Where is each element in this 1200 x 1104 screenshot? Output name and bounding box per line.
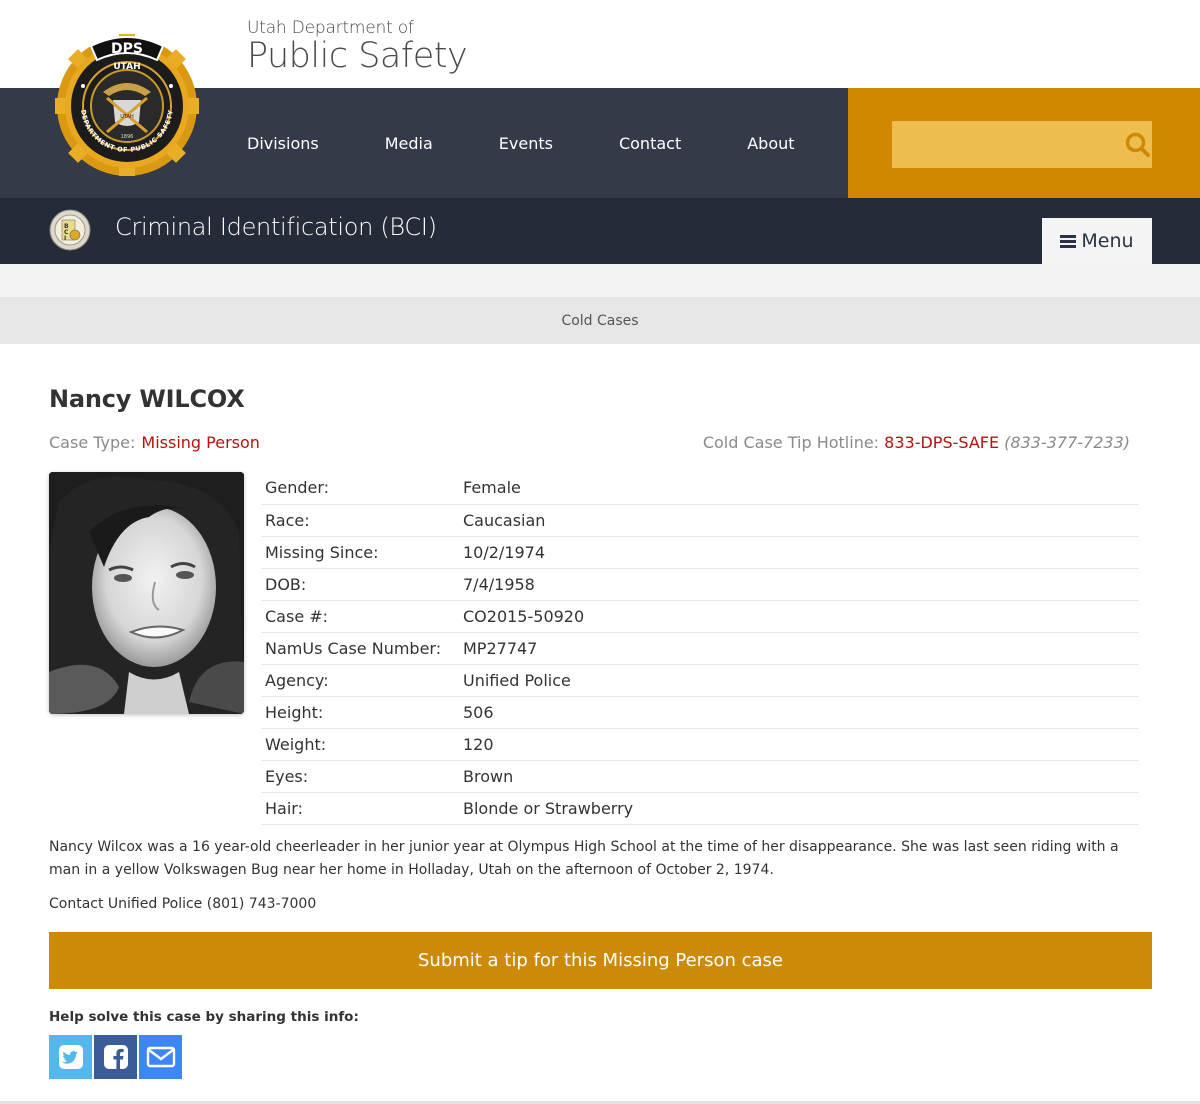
share-twitter-button[interactable] — [49, 1035, 92, 1079]
person-photo — [49, 472, 244, 714]
detail-key: Gender: — [261, 472, 459, 505]
detail-key: Missing Since: — [261, 536, 459, 569]
case-type-label: Case Type: — [49, 433, 136, 452]
search-input[interactable] — [892, 121, 1123, 168]
division-title[interactable]: Criminal Identification (BCI) — [115, 213, 437, 241]
nav-links: Divisions Media Events Contact About — [247, 88, 861, 198]
bci-seal-icon[interactable]: B C I — [49, 209, 91, 251]
badge-icon: UTAH 1896 DPS UTAH DEPARTMENT OF PUBLIC … — [55, 34, 199, 176]
dps-badge-logo[interactable]: UTAH 1896 DPS UTAH DEPARTMENT OF PUBLIC … — [53, 14, 201, 176]
search-icon — [1125, 132, 1150, 157]
menu-label: Menu — [1081, 230, 1134, 252]
person-name: Nancy WILCOX — [49, 385, 245, 413]
detail-value: 120 — [459, 728, 1139, 761]
email-icon — [146, 1046, 175, 1068]
detail-key: Height: — [261, 696, 459, 729]
hotline-link[interactable]: 833-DPS-SAFE — [884, 433, 999, 452]
detail-row-gender: Gender: Female — [261, 472, 1139, 505]
detail-value: 7/4/1958 — [459, 568, 1139, 601]
contact-info: Contact Unified Police (801) 743-7000 — [49, 896, 317, 912]
facebook-icon — [103, 1045, 128, 1069]
detail-value: Brown — [459, 760, 1139, 793]
portrait-image — [49, 472, 244, 714]
search-panel — [848, 88, 1200, 198]
detail-key: Race: — [261, 504, 459, 537]
case-details-table: Gender: Female Race: Caucasian Missing Sin… — [261, 472, 1139, 825]
nav-about[interactable]: About — [747, 134, 794, 153]
detail-row-weight: Weight: 120 — [261, 728, 1139, 761]
hotline-label: Cold Case Tip Hotline: — [702, 433, 880, 452]
nav-contact[interactable]: Contact — [619, 134, 681, 153]
twitter-icon — [58, 1045, 83, 1069]
division-bar: B C I Criminal Identification (BCI) Menu — [0, 198, 1200, 264]
share-label: Help solve this case by sharing this inf… — [49, 1009, 359, 1025]
detail-value: 506 — [459, 696, 1139, 729]
case-type: Case Type: Missing Person — [49, 433, 260, 452]
detail-value: Blonde or Strawberry — [459, 792, 1139, 825]
nav-events[interactable]: Events — [499, 134, 553, 153]
tip-hotline: Cold Case Tip Hotline: 833-DPS-SAFE (833… — [703, 433, 1130, 452]
site-title-sub: Utah Department of — [247, 18, 414, 38]
detail-key: Hair: — [261, 792, 459, 825]
detail-key: Agency: — [261, 664, 459, 697]
case-description: Nancy Wilcox was a 16 year-old cheerlead… — [49, 839, 1119, 878]
breadcrumb: Cold Cases — [0, 297, 1200, 344]
detail-row-namus: NamUs Case Number: MP27747 — [261, 632, 1139, 665]
detail-key: DOB: — [261, 568, 459, 601]
nav-media[interactable]: Media — [385, 134, 433, 153]
detail-value: CO2015-50920 — [459, 600, 1139, 633]
badge-year: 1896 — [121, 134, 134, 140]
detail-value: Unified Police — [459, 664, 1139, 697]
detail-row-case-number: Case #: CO2015-50920 — [261, 600, 1139, 633]
site-title[interactable]: Utah Department of Public Safety — [247, 18, 468, 76]
detail-key: NamUs Case Number: — [261, 632, 459, 665]
badge-state-text: UTAH — [113, 62, 140, 72]
detail-row-agency: Agency: Unified Police — [261, 664, 1139, 697]
badge-top-text: DPS — [111, 41, 143, 57]
detail-row-hair: Hair: Blonde or Strawberry — [261, 792, 1139, 825]
breadcrumb-cold-cases[interactable]: Cold Cases — [561, 313, 638, 329]
detail-value: MP27747 — [459, 632, 1139, 665]
menu-button[interactable]: Menu — [1042, 218, 1152, 264]
detail-key: Eyes: — [261, 760, 459, 793]
spacer-band — [0, 264, 1200, 297]
search-button[interactable] — [1123, 121, 1152, 168]
detail-row-missing-since: Missing Since: 10/2/1974 — [261, 536, 1139, 569]
case-type-value: Missing Person — [141, 433, 260, 452]
share-facebook-button[interactable] — [94, 1035, 137, 1079]
detail-key: Weight: — [261, 728, 459, 761]
hotline-number: (833-377-7233) — [1004, 433, 1130, 452]
share-buttons — [49, 1035, 182, 1079]
detail-value: Female — [459, 472, 1139, 505]
svg-text:I: I — [64, 235, 66, 242]
share-email-button[interactable] — [139, 1035, 182, 1079]
detail-key: Case #: — [261, 600, 459, 633]
svg-text:UTAH: UTAH — [120, 114, 134, 120]
detail-row-height: Height: 506 — [261, 696, 1139, 729]
detail-row-race: Race: Caucasian — [261, 504, 1139, 537]
submit-tip-button[interactable]: Submit a tip for this Missing Person cas… — [49, 932, 1152, 989]
search-box — [892, 121, 1152, 168]
detail-value: 10/2/1974 — [459, 536, 1139, 569]
hamburger-icon — [1060, 233, 1077, 250]
nav-divisions[interactable]: Divisions — [247, 134, 319, 153]
detail-row-dob: DOB: 7/4/1958 — [261, 568, 1139, 601]
detail-row-eyes: Eyes: Brown — [261, 760, 1139, 793]
site-title-main: Public Safety — [247, 36, 468, 76]
detail-value: Caucasian — [459, 504, 1139, 537]
